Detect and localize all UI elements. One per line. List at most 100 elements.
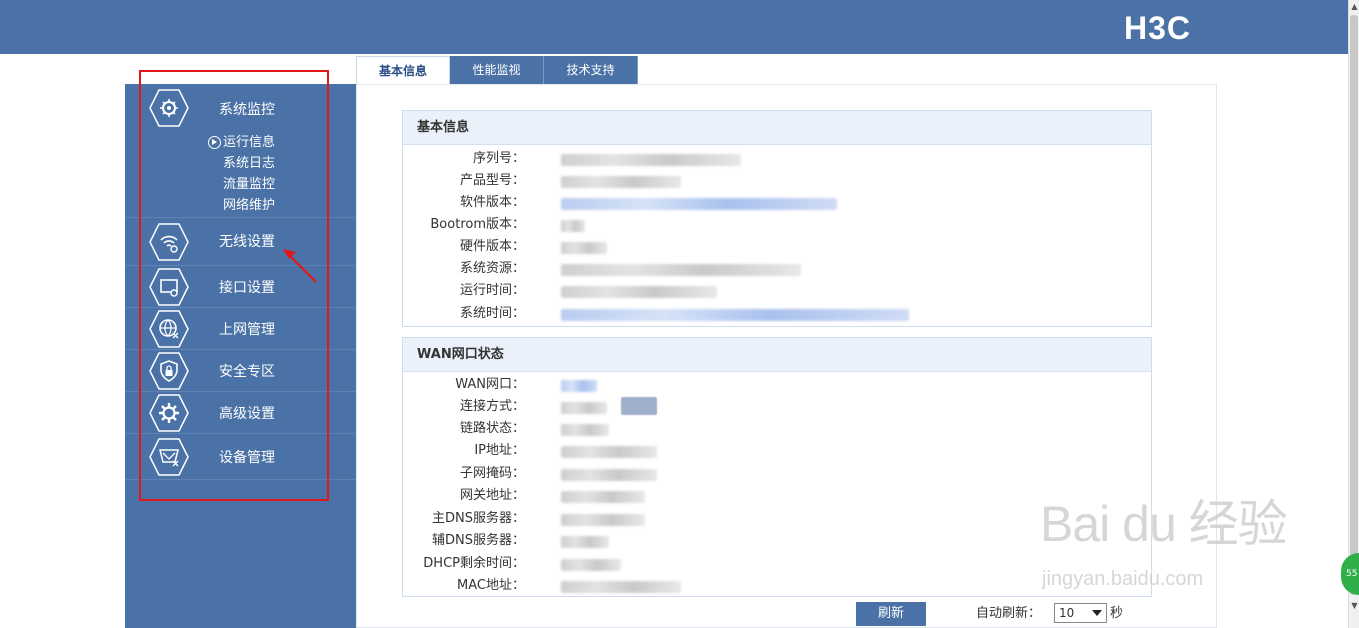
globe-manage-icon: [149, 310, 189, 348]
sidebar-label: 安全专区: [219, 364, 275, 380]
redacted-value: [561, 446, 657, 458]
redacted-value: [561, 176, 681, 188]
redacted-value: [561, 581, 681, 593]
row-label: 运行时间：: [459, 283, 525, 298]
row-label: 链路状态：: [459, 421, 525, 436]
info-row-system-time: 系统时间：: [403, 303, 1153, 325]
sidebar-item-security[interactable]: 安全专区: [125, 350, 356, 392]
sidebar-label: 上网管理: [219, 322, 275, 338]
auto-refresh-label: 自动刷新：: [976, 606, 1042, 621]
chevron-down-icon: [1092, 610, 1102, 616]
sidebar-sub-item-system-log[interactable]: 系统日志: [223, 155, 275, 173]
info-row-model: 产品型号：: [403, 170, 1153, 192]
annotation-arrow-icon: [283, 249, 317, 283]
sidebar-nav: 系统监控 运行信息 系统日志 流量监控 网络维护 无线设置 接口设置 上网管理 …: [125, 84, 356, 628]
wan-row-ip: IP地址：: [403, 440, 1153, 462]
row-label: 硬件版本：: [459, 239, 525, 254]
info-row-uptime: 运行时间：: [403, 280, 1153, 302]
active-play-icon: [208, 136, 221, 149]
scroll-thumb[interactable]: [1350, 15, 1358, 595]
info-row-serial: 序列号：: [403, 148, 1153, 170]
row-label: 系统资源：: [459, 261, 525, 276]
page-scrollbar[interactable]: ▲ ▼: [1348, 0, 1359, 628]
basic-info-panel: 基本信息 序列号： 产品型号： 软件版本： Bootrom版本： 硬件版本： 系…: [402, 110, 1152, 327]
redacted-value: [561, 514, 645, 526]
redacted-value: [561, 469, 657, 481]
redacted-value: [561, 286, 717, 298]
redacted-value: [621, 397, 657, 415]
redacted-value: [561, 380, 597, 392]
info-row-resources: 系统资源：: [403, 258, 1153, 280]
row-label: 辅DNS服务器：: [432, 533, 525, 548]
redacted-value: [561, 402, 607, 414]
sidebar-item-wireless[interactable]: 无线设置: [125, 218, 356, 266]
panel-title: 基本信息: [403, 111, 1151, 145]
device-manage-icon: [149, 438, 189, 476]
info-row-bootrom: Bootrom版本：: [403, 214, 1153, 236]
tab-performance-monitor[interactable]: 性能监视: [450, 56, 544, 84]
redacted-value: [561, 309, 909, 321]
row-label: IP地址：: [474, 443, 525, 458]
row-label: 主DNS服务器：: [432, 511, 525, 526]
sidebar-label: 接口设置: [219, 280, 275, 296]
wifi-gear-icon: [149, 223, 189, 261]
sidebar-sub-item-network-maintenance[interactable]: 网络维护: [223, 197, 275, 215]
shield-lock-icon: [149, 352, 189, 390]
info-row-hardware: 硬件版本：: [403, 236, 1153, 258]
row-label: WAN网口：: [455, 377, 525, 392]
sidebar-item-internet-manage[interactable]: 上网管理: [125, 308, 356, 350]
redacted-value: [561, 491, 645, 503]
redacted-value: [561, 264, 801, 276]
row-label: DHCP剩余时间：: [423, 556, 525, 571]
sidebar-item-interface[interactable]: 接口设置: [125, 266, 356, 308]
wan-row-mask: 子网掩码：: [403, 463, 1153, 485]
info-row-software: 软件版本：: [403, 192, 1153, 214]
sidebar-label: 系统监控: [219, 102, 275, 118]
wan-row-mac: MAC地址：: [403, 575, 1153, 597]
redacted-value: [561, 220, 585, 232]
sidebar-item-advanced[interactable]: 高级设置: [125, 392, 356, 434]
sidebar-item-system-monitor[interactable]: 系统监控: [125, 86, 356, 128]
interface-gear-icon: [149, 268, 189, 306]
sidebar-group-system-monitor: 系统监控 运行信息 系统日志 流量监控 网络维护: [125, 84, 356, 218]
monitor-gear-icon: [149, 89, 189, 127]
wan-row-dhcp-remaining: DHCP剩余时间：: [403, 553, 1153, 575]
redacted-value: [561, 198, 837, 210]
row-label: 系统时间：: [459, 306, 525, 321]
wan-row-link: 链路状态：: [403, 418, 1153, 440]
row-label: 网关地址：: [459, 488, 525, 503]
scroll-up-icon[interactable]: ▲: [1350, 2, 1359, 12]
tab-tech-support[interactable]: 技术支持: [544, 56, 638, 84]
redacted-value: [561, 154, 741, 166]
sidebar-item-device-manage[interactable]: 设备管理: [125, 434, 356, 480]
redacted-value: [561, 424, 609, 436]
svg-text:H3C: H3C: [1124, 10, 1191, 44]
refresh-button[interactable]: 刷新: [856, 602, 926, 626]
top-banner: H3C: [0, 0, 1348, 54]
gear-icon: [149, 394, 189, 432]
watermark-logo-text: Bai du 经验: [1040, 496, 1288, 552]
redacted-value: [561, 536, 609, 548]
redacted-value: [561, 559, 621, 571]
scroll-down-icon[interactable]: ▼: [1350, 601, 1359, 611]
row-label: 软件版本：: [459, 195, 525, 210]
h3c-logo: H3C: [1124, 10, 1191, 44]
sidebar-sub-item-run-info[interactable]: 运行信息: [223, 134, 275, 152]
row-label: 子网掩码：: [459, 466, 525, 481]
panel-title: WAN网口状态: [403, 338, 1151, 372]
floating-badge[interactable]: 55: [1341, 553, 1359, 595]
seconds-unit-label: 秒: [1110, 606, 1124, 621]
sidebar-label: 无线设置: [219, 234, 275, 250]
sidebar-sub-item-traffic-monitor[interactable]: 流量监控: [223, 176, 275, 194]
sidebar-label: 高级设置: [219, 406, 275, 422]
tab-basic-info[interactable]: 基本信息: [356, 56, 450, 85]
auto-refresh-value: 10: [1059, 606, 1075, 620]
row-label: Bootrom版本：: [430, 217, 525, 232]
row-label: 序列号：: [472, 151, 525, 166]
sidebar-label: 设备管理: [219, 450, 275, 466]
row-label: 连接方式：: [459, 399, 525, 414]
auto-refresh-select[interactable]: 10: [1054, 603, 1107, 623]
wan-row-port: WAN网口：: [403, 374, 1153, 396]
row-label: MAC地址：: [457, 578, 525, 593]
row-label: 产品型号：: [459, 173, 525, 188]
